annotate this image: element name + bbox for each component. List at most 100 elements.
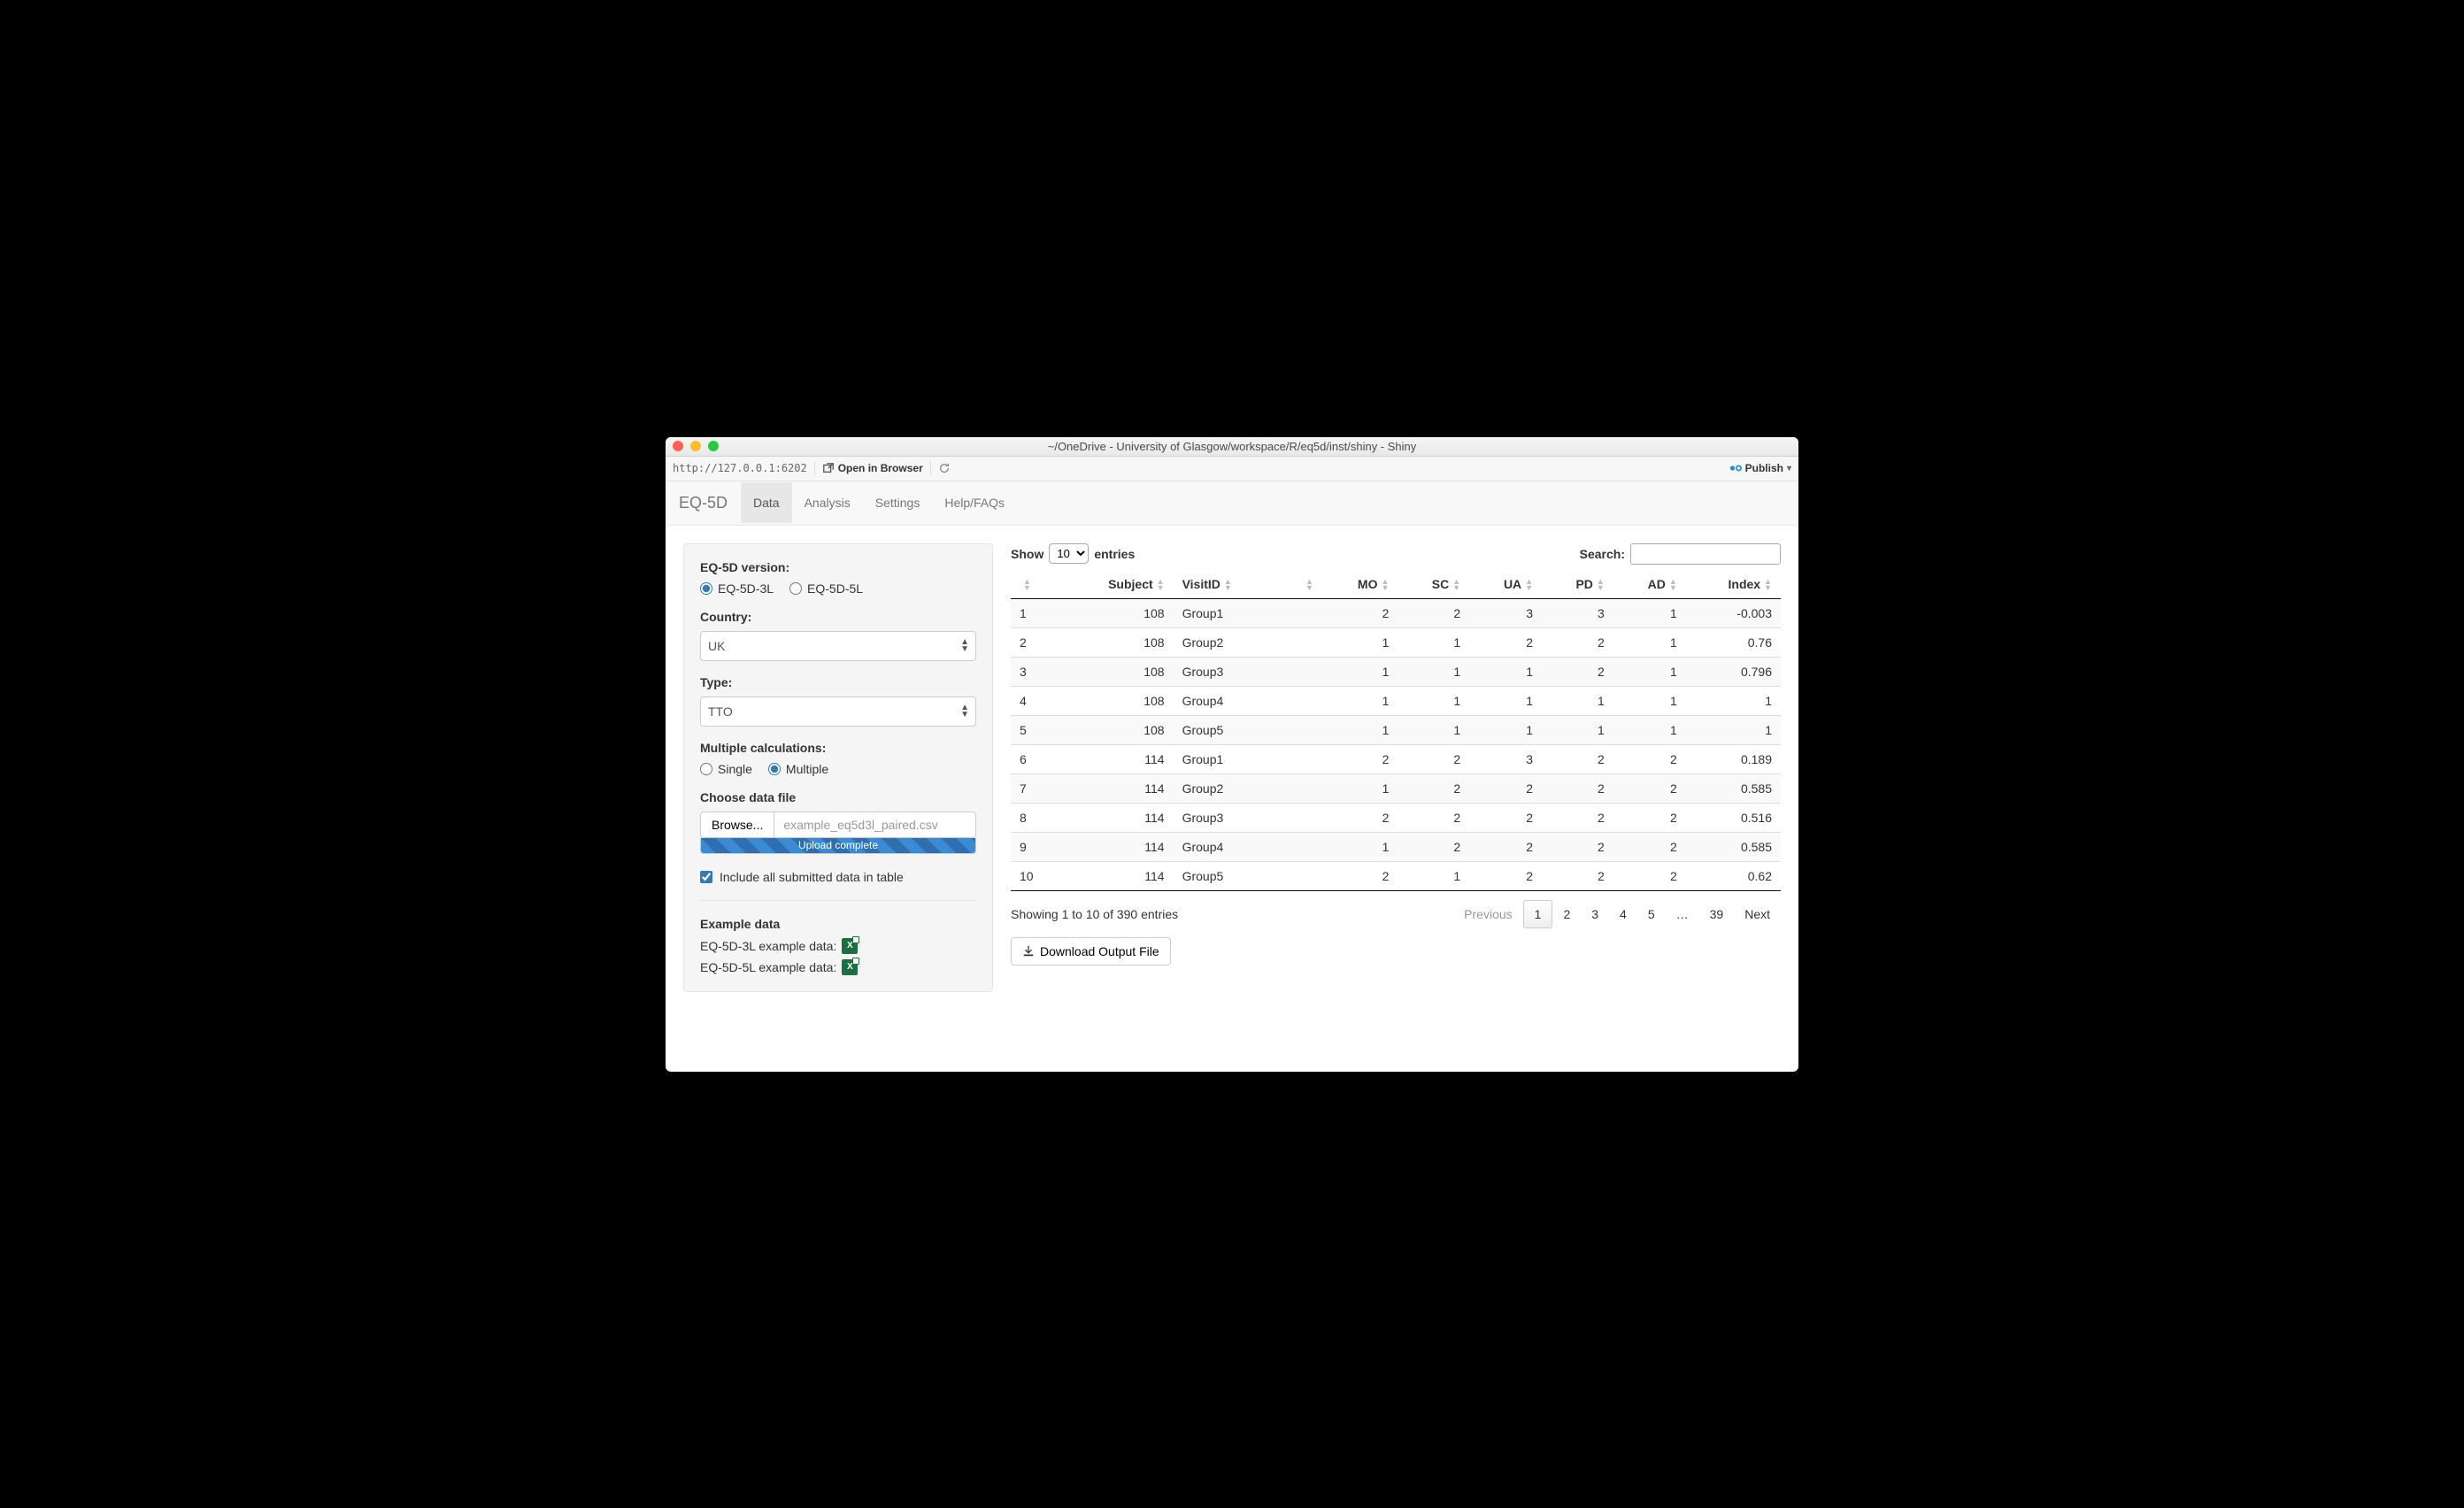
table-cell: 2 xyxy=(1613,861,1686,890)
table-cell: Group5 xyxy=(1174,861,1278,890)
multi-option-single[interactable]: Single xyxy=(700,762,752,776)
version-option-eq-5d-3l[interactable]: EQ-5D-3L xyxy=(700,581,774,596)
version-option-eq-5d-5l[interactable]: EQ-5D-5L xyxy=(789,581,863,596)
tab-data[interactable]: Data xyxy=(741,482,792,523)
table-cell: 2 xyxy=(1398,773,1469,803)
table-row: 9114Group4122220.585 xyxy=(1011,832,1781,861)
table-cell: 2 xyxy=(1398,598,1469,627)
pagination-page[interactable]: 1 xyxy=(1523,900,1553,928)
column-header[interactable]: ▲▼ xyxy=(1011,570,1059,599)
publish-button[interactable]: Publish ▾ xyxy=(1729,462,1791,474)
maximize-icon[interactable] xyxy=(708,441,719,451)
table-cell: 2 xyxy=(1469,773,1542,803)
traffic-lights xyxy=(673,441,719,451)
version-radio[interactable] xyxy=(700,582,712,595)
version-label: EQ-5D-5L xyxy=(807,581,863,596)
sort-icon: ▲▼ xyxy=(1525,579,1533,591)
table-cell: 2 xyxy=(1542,803,1613,832)
column-header[interactable]: Subject▲▼ xyxy=(1059,570,1174,599)
table-cell xyxy=(1277,861,1322,890)
table-cell: 3 xyxy=(1469,744,1542,773)
pagination-page[interactable]: 2 xyxy=(1552,901,1581,927)
show-label-post: entries xyxy=(1094,547,1135,561)
divider xyxy=(814,461,815,475)
table-cell: 1 xyxy=(1322,657,1398,686)
type-select[interactable]: TTO xyxy=(700,696,976,727)
version-radio-group: EQ-5D-3L EQ-5D-5L xyxy=(700,581,976,596)
table-cell: 7 xyxy=(1011,773,1059,803)
tab-settings[interactable]: Settings xyxy=(863,482,933,523)
table-cell: Group1 xyxy=(1174,598,1278,627)
table-cell: 1 xyxy=(1398,861,1469,890)
close-icon[interactable] xyxy=(673,441,683,451)
multi-radio[interactable] xyxy=(700,763,712,775)
table-cell: 0.189 xyxy=(1686,744,1781,773)
sort-icon: ▲▼ xyxy=(1157,579,1165,591)
column-header[interactable]: SC▲▼ xyxy=(1398,570,1469,599)
download-button[interactable]: Download Output File xyxy=(1011,937,1171,966)
excel-icon[interactable]: X xyxy=(842,938,858,954)
table-cell: 2 xyxy=(1469,803,1542,832)
column-header[interactable]: MO▲▼ xyxy=(1322,570,1398,599)
file-label: Choose data file xyxy=(700,790,976,804)
table-cell: Group1 xyxy=(1174,744,1278,773)
table-cell: 10 xyxy=(1011,861,1059,890)
pagination-page[interactable]: 3 xyxy=(1581,901,1609,927)
pagination-page[interactable]: 39 xyxy=(1699,901,1735,927)
app-brand: EQ-5D xyxy=(679,494,741,512)
select-arrows-icon: ▲▼ xyxy=(960,639,969,653)
column-header[interactable]: Index▲▼ xyxy=(1686,570,1781,599)
column-header[interactable]: PD▲▼ xyxy=(1542,570,1613,599)
table-cell: 3 xyxy=(1469,598,1542,627)
version-radio[interactable] xyxy=(789,582,802,595)
divider xyxy=(930,461,931,475)
page-size-select[interactable]: 10 xyxy=(1049,543,1089,564)
table-row: 10114Group5212220.62 xyxy=(1011,861,1781,890)
table-cell: 114 xyxy=(1059,773,1174,803)
table-cell: 9 xyxy=(1011,832,1059,861)
table-cell: 1 xyxy=(1613,627,1686,657)
pagination-previous[interactable]: Previous xyxy=(1453,901,1522,927)
multi-option-multiple[interactable]: Multiple xyxy=(768,762,828,776)
main-panel: Show 10 entries Search: ▲▼Subject▲▼Visit… xyxy=(1011,543,1781,966)
table-cell: 108 xyxy=(1059,715,1174,744)
pagination-next[interactable]: Next xyxy=(1734,901,1781,927)
pagination-page[interactable]: 5 xyxy=(1637,901,1666,927)
search-input[interactable] xyxy=(1630,543,1781,565)
multi-label: Multiple calculations: xyxy=(700,741,976,755)
table-cell: 8 xyxy=(1011,803,1059,832)
app-window: ~/OneDrive - University of Glasgow/works… xyxy=(666,437,1798,1072)
excel-icon[interactable]: X xyxy=(842,959,858,975)
column-header[interactable]: ▲▼ xyxy=(1277,570,1322,599)
table-cell: 1 xyxy=(1322,686,1398,715)
country-select[interactable]: UK xyxy=(700,631,976,661)
include-data-checkbox[interactable] xyxy=(700,871,712,883)
titlebar: ~/OneDrive - University of Glasgow/works… xyxy=(666,437,1798,457)
sort-icon: ▲▼ xyxy=(1381,579,1389,591)
table-cell xyxy=(1277,832,1322,861)
table-cell: 0.76 xyxy=(1686,627,1781,657)
column-header[interactable]: UA▲▼ xyxy=(1469,570,1542,599)
country-label: Country: xyxy=(700,610,976,624)
tab-analysis[interactable]: Analysis xyxy=(792,482,863,523)
reload-icon[interactable] xyxy=(938,462,951,474)
example-5l-row: EQ-5D-5L example data: X xyxy=(700,959,976,975)
column-header[interactable]: AD▲▼ xyxy=(1613,570,1686,599)
tab-help-faqs[interactable]: Help/FAQs xyxy=(932,482,1017,523)
table-cell: 2 xyxy=(1613,832,1686,861)
minimize-icon[interactable] xyxy=(690,441,701,451)
column-header[interactable]: VisitID▲▼ xyxy=(1174,570,1278,599)
table-cell: 114 xyxy=(1059,861,1174,890)
browse-button[interactable]: Browse... xyxy=(700,812,774,838)
multi-radio[interactable] xyxy=(768,763,781,775)
table-cell: 2 xyxy=(1542,744,1613,773)
pagination-page[interactable]: 4 xyxy=(1609,901,1637,927)
table-cell: 1 xyxy=(1398,657,1469,686)
example-3l-row: EQ-5D-3L example data: X xyxy=(700,938,976,954)
table-cell: 1 xyxy=(1322,715,1398,744)
open-in-browser-button[interactable]: Open in Browser xyxy=(822,462,923,474)
table-cell: 1 xyxy=(1613,715,1686,744)
table-cell: 1 xyxy=(1542,715,1613,744)
sort-icon: ▲▼ xyxy=(1764,579,1772,591)
table-cell: 2 xyxy=(1542,657,1613,686)
